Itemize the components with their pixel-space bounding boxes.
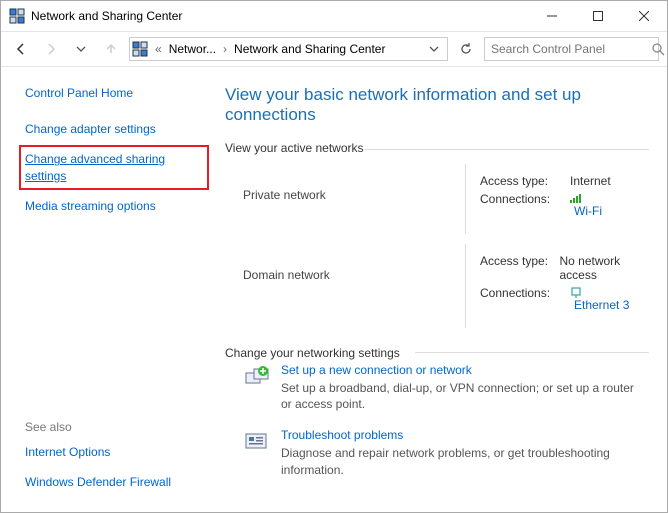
- network-name: Private network: [225, 164, 465, 234]
- troubleshoot-desc: Diagnose and repair network problems, or…: [281, 445, 641, 477]
- sidebar: Control Panel Home Change adapter settin…: [1, 67, 215, 512]
- connection-link-wifi[interactable]: Wi-Fi: [574, 204, 602, 218]
- windows-defender-firewall-link[interactable]: Windows Defender Firewall: [25, 474, 203, 490]
- breadcrumb-1[interactable]: Networ...: [169, 42, 216, 56]
- troubleshoot-link[interactable]: Troubleshoot problems: [281, 428, 403, 442]
- ethernet-icon: [570, 286, 629, 298]
- access-type-value: Internet: [570, 174, 611, 188]
- maximize-button[interactable]: [575, 1, 621, 31]
- access-type-label: Access type:: [480, 254, 559, 282]
- search-box[interactable]: [484, 37, 659, 61]
- access-type-value: No network access: [559, 254, 649, 282]
- close-button[interactable]: [621, 1, 667, 31]
- back-button[interactable]: [9, 37, 33, 61]
- task-setup-connection: Set up a new connection or network Set u…: [243, 363, 649, 412]
- minimize-button[interactable]: [529, 1, 575, 31]
- troubleshoot-icon: [243, 428, 271, 456]
- divider: [365, 149, 649, 150]
- media-streaming-options-link[interactable]: Media streaming options: [25, 198, 203, 214]
- network-row-private: Private network Access type: Internet Co…: [225, 164, 649, 234]
- window-controls: [529, 1, 667, 31]
- address-bar[interactable]: « Networ... › Network and Sharing Center: [129, 37, 448, 61]
- connection-link-ethernet[interactable]: Ethernet 3: [574, 298, 629, 312]
- setup-connection-link[interactable]: Set up a new connection or network: [281, 363, 472, 377]
- task-troubleshoot: Troubleshoot problems Diagnose and repai…: [243, 428, 649, 477]
- network-name: Domain network: [225, 244, 465, 328]
- search-icon[interactable]: [652, 43, 665, 56]
- address-dropdown-icon[interactable]: [423, 44, 445, 54]
- network-row-domain: Domain network Access type: No network a…: [225, 244, 649, 328]
- app-icon: [9, 8, 25, 24]
- breadcrumb-sep-icon[interactable]: ›: [220, 42, 230, 56]
- recent-locations-button[interactable]: [69, 37, 93, 61]
- content-body: Control Panel Home Change adapter settin…: [1, 67, 667, 512]
- navbar: « Networ... › Network and Sharing Center: [1, 31, 667, 67]
- breadcrumb-2[interactable]: Network and Sharing Center: [234, 42, 385, 56]
- search-input[interactable]: [491, 42, 646, 56]
- see-also-label: See also: [25, 420, 203, 434]
- highlighted-link-box: Change advanced sharing settings: [19, 145, 209, 189]
- divider: [415, 352, 649, 353]
- connections-label: Connections:: [480, 286, 570, 314]
- access-type-label: Access type:: [480, 174, 570, 188]
- control-panel-home-link[interactable]: Control Panel Home: [25, 85, 203, 101]
- wifi-signal-icon: [570, 192, 602, 204]
- breadcrumb-prefix[interactable]: «: [152, 42, 165, 56]
- refresh-button[interactable]: [454, 37, 478, 61]
- main-heading: View your basic network information and …: [225, 85, 649, 125]
- forward-button[interactable]: [39, 37, 63, 61]
- change-adapter-settings-link[interactable]: Change adapter settings: [25, 121, 203, 137]
- internet-options-link[interactable]: Internet Options: [25, 444, 203, 460]
- active-networks-label: View your active networks: [225, 141, 649, 155]
- connections-label: Connections:: [480, 192, 570, 220]
- change-advanced-sharing-settings-link[interactable]: Change advanced sharing settings: [25, 151, 203, 183]
- up-button[interactable]: [99, 37, 123, 61]
- main-panel: View your basic network information and …: [215, 67, 667, 512]
- window-title: Network and Sharing Center: [31, 9, 529, 23]
- network-details: Access type: Internet Connections: Wi-Fi: [465, 164, 649, 234]
- setup-connection-icon: [243, 363, 271, 391]
- titlebar: Network and Sharing Center: [1, 1, 667, 31]
- network-details: Access type: No network access Connectio…: [465, 244, 649, 328]
- setup-connection-desc: Set up a broadband, dial-up, or VPN conn…: [281, 380, 641, 412]
- address-icon: [132, 41, 148, 57]
- change-settings-label: Change your networking settings: [225, 346, 649, 360]
